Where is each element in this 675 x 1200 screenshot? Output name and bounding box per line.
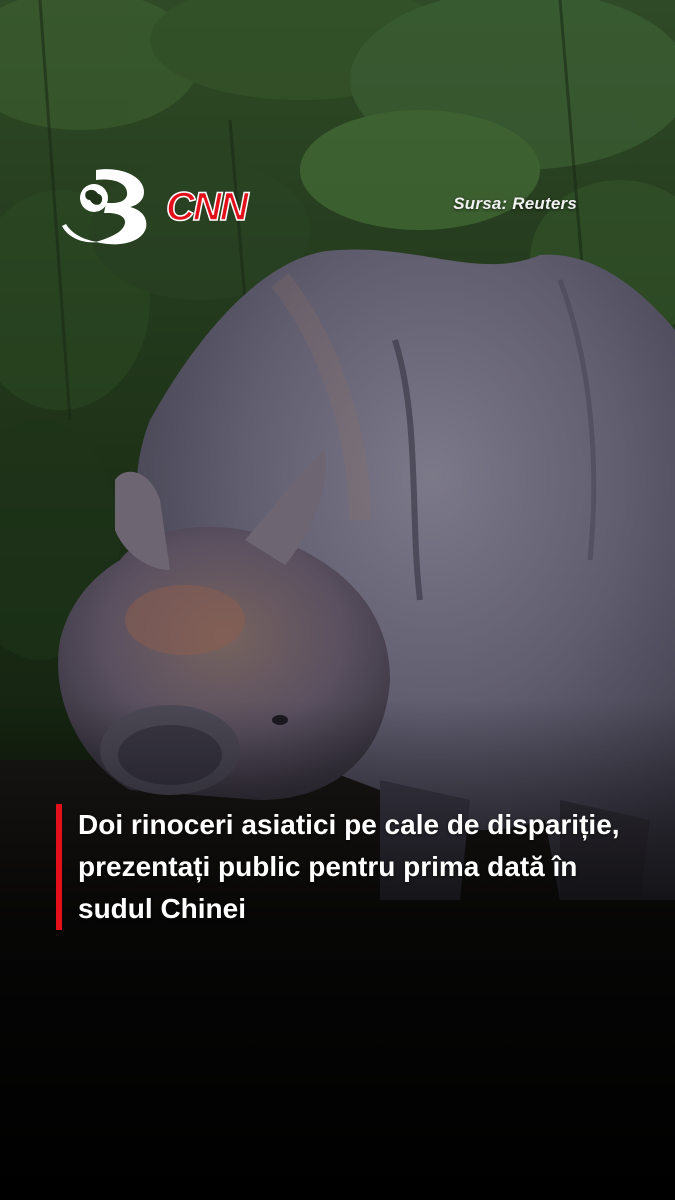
- source-label: Sursa: Reuters: [453, 194, 577, 213]
- svg-text:CNN: CNN: [166, 185, 250, 229]
- cnn-logo-icon: CNN: [165, 184, 252, 230]
- antena3-logo-icon: [62, 169, 147, 245]
- headline-text: Doi rinoceri asiatici pe cale de dispari…: [78, 809, 620, 924]
- brand-logos: CNN: [58, 164, 263, 246]
- headline-block: Doi rinoceri asiatici pe cale de dispari…: [56, 804, 638, 930]
